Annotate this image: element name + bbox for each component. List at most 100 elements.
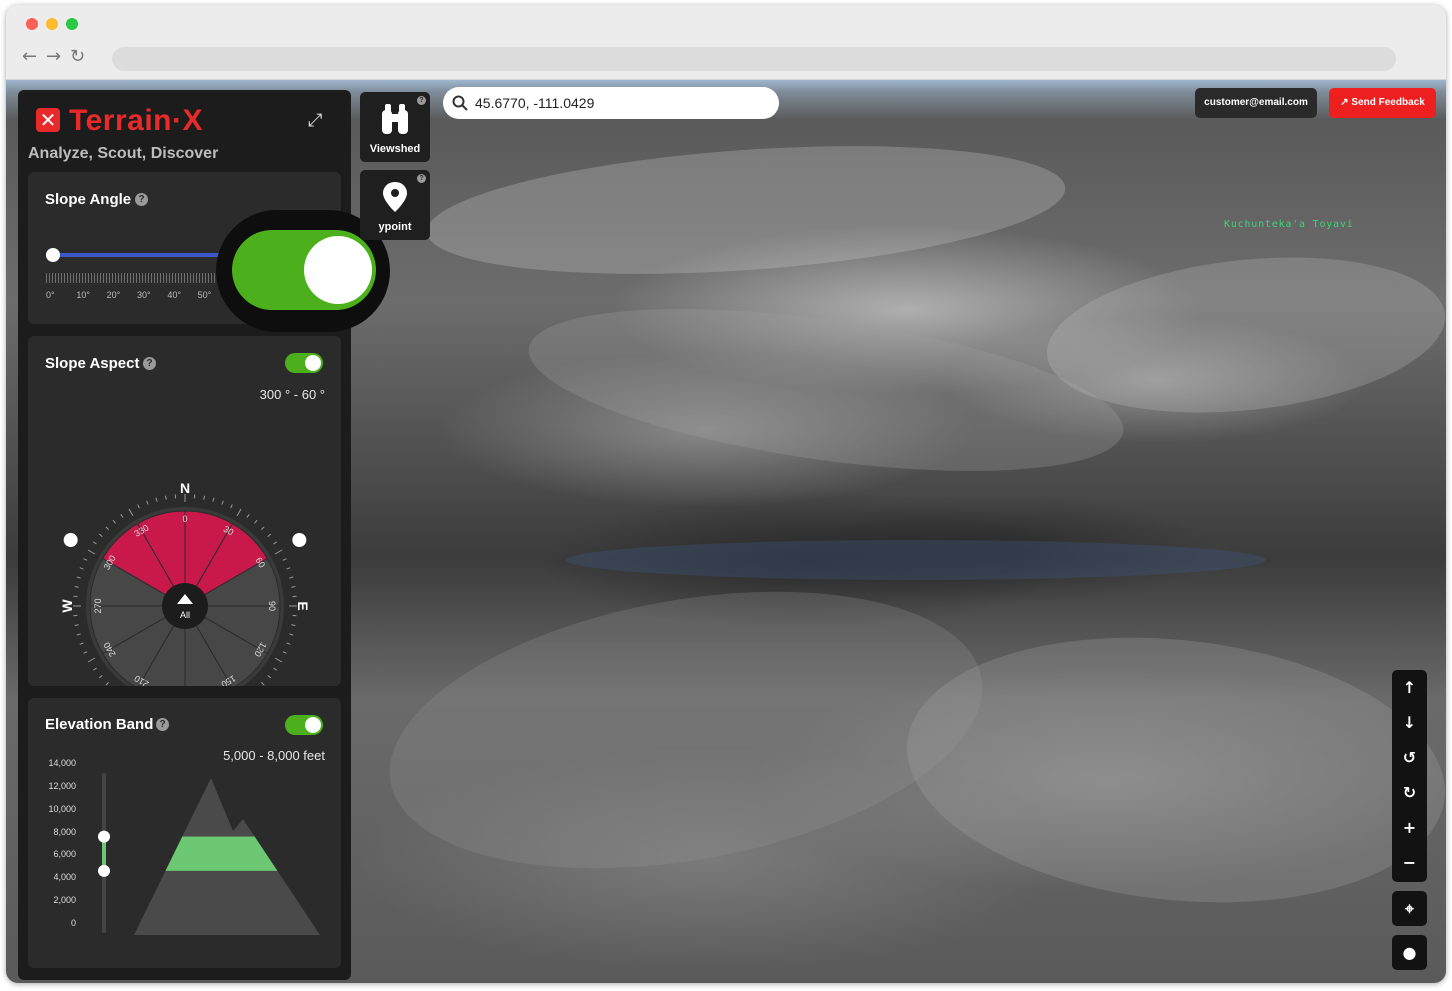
compass-tick — [83, 651, 88, 654]
all-aspects-label: All — [180, 610, 190, 620]
compass-degree-label: 270 — [93, 598, 103, 613]
slope-angle-toggle-knob[interactable] — [304, 236, 372, 304]
compass-tick — [98, 675, 103, 679]
globe-icon: ● — [1402, 943, 1417, 962]
rotate-left-button[interactable]: ↺ — [1392, 740, 1427, 775]
waypoint-tool[interactable]: ? ypoint — [360, 170, 430, 240]
aspect-compass[interactable]: All0306090120150180210240270300330NESW — [28, 336, 341, 686]
recenter-button[interactable]: ⌖ — [1392, 891, 1427, 926]
compass-tick — [74, 624, 79, 626]
rotate-right-button[interactable]: ↻ — [1392, 775, 1427, 810]
compass-tick — [203, 495, 205, 500]
globe-button[interactable]: ● — [1392, 935, 1427, 970]
compass-tick — [261, 526, 265, 530]
aspect-start-handle[interactable] — [63, 533, 78, 547]
minimize-window-button[interactable] — [46, 18, 58, 30]
map-place-label: Kuchunteka'a Toyavi — [1224, 219, 1354, 230]
address-bar[interactable] — [112, 47, 1396, 71]
compass-tick — [267, 675, 272, 679]
slope-angle-tick-label: 30° — [137, 290, 151, 300]
compass-tick — [221, 500, 224, 505]
compass-tick — [92, 541, 97, 545]
compass-degree-label: 0 — [182, 514, 187, 524]
compass-tick — [76, 576, 81, 579]
collapse-panel-icon[interactable]: ⤢ — [308, 110, 322, 131]
compass-tick — [87, 549, 96, 555]
browser-chrome: ← → ↻ — [6, 5, 1446, 80]
send-feedback-button[interactable]: ↗ Send Feedback — [1329, 88, 1436, 118]
compass-tick — [79, 642, 84, 645]
elevation-min-handle[interactable] — [98, 864, 110, 877]
compass-tick — [291, 624, 296, 626]
crosshair-icon: ⌖ — [1404, 899, 1414, 918]
pan-up-button[interactable]: ↑ — [1392, 670, 1427, 705]
close-window-button[interactable] — [26, 18, 38, 30]
search-icon — [452, 95, 468, 111]
slope-angle-min-handle[interactable] — [46, 248, 60, 262]
compass-tick — [282, 558, 287, 561]
user-account[interactable]: customer@email.com — [1195, 88, 1317, 118]
slope-angle-tick-label: 40° — [167, 290, 181, 300]
zoom-out-button[interactable]: − — [1392, 845, 1427, 880]
compass-tick — [274, 549, 283, 555]
compass-tick — [87, 657, 96, 663]
compass-tick — [230, 504, 233, 509]
compass-tick — [273, 541, 278, 545]
coordinate-search[interactable]: 45.6770, -111.0429 — [443, 87, 779, 119]
compass-tick — [79, 567, 84, 570]
aspect-end-handle[interactable] — [292, 533, 307, 547]
slope-angle-title: Slope Angle — [45, 191, 132, 208]
compass-tick — [98, 533, 103, 537]
forward-arrow-icon[interactable]: → — [46, 48, 61, 66]
help-icon[interactable]: ? — [135, 193, 148, 206]
elevation-graphic[interactable] — [28, 698, 341, 968]
compass-tick — [261, 682, 265, 686]
waypoint-label: ypoint — [378, 221, 412, 233]
slope-aspect-card: Slope Aspect ? 300 ° - 60 ° All 0 30 60 90 12… — [28, 336, 341, 686]
compass-tick — [74, 586, 79, 588]
search-input[interactable]: 45.6770, -111.0429 — [475, 95, 594, 111]
help-icon[interactable]: ? — [417, 96, 426, 105]
compass-tick — [254, 519, 258, 524]
viewshed-tool[interactable]: ? Viewshed — [360, 92, 430, 162]
compass-tick — [289, 576, 294, 579]
compass-tick — [274, 657, 283, 663]
elevation-max-handle[interactable] — [98, 830, 110, 843]
compass-tick — [289, 633, 294, 636]
compass-tick — [236, 508, 242, 517]
elevation-band-highlight — [134, 836, 320, 871]
slope-angle-tick-label: 10° — [76, 290, 90, 300]
compass-tick — [120, 513, 124, 518]
compass-tick — [212, 497, 215, 502]
logo-icon: ✕ — [36, 108, 60, 132]
back-arrow-icon[interactable]: ← — [22, 48, 37, 66]
compass-tick — [165, 495, 167, 500]
compass-tick — [146, 500, 149, 505]
all-aspects-button[interactable] — [162, 583, 208, 629]
tagline: Analyze, Scout, Discover — [28, 145, 219, 162]
slope-angle-tick-label: 0° — [46, 290, 55, 300]
maximize-window-button[interactable] — [66, 18, 78, 30]
cardinal-e-label: E — [295, 601, 311, 610]
map-navigation-controls: ↑ ↓ ↺ ↻ + − — [1392, 670, 1427, 882]
browser-window: ← → ↻ Kuchunteka'a Toyavi ✕ Terrain·X An… — [6, 5, 1446, 983]
compass-tick — [267, 533, 272, 537]
reload-icon[interactable]: ↻ — [70, 48, 85, 66]
compass-tick — [282, 651, 287, 654]
slope-angle-tick-label: 50° — [197, 290, 212, 300]
cardinal-n-label: N — [180, 480, 190, 496]
zoom-in-button[interactable]: + — [1392, 810, 1427, 845]
compass-tick — [76, 633, 81, 636]
compass-tick — [273, 667, 278, 671]
compass-tick — [105, 526, 109, 530]
terrain-ridge — [422, 127, 1070, 293]
map-viewport[interactable]: Kuchunteka'a Toyavi ✕ Terrain·X Analyze,… — [6, 80, 1446, 983]
compass-degree-label: 90 — [267, 601, 277, 611]
pan-down-button[interactable]: ↓ — [1392, 705, 1427, 740]
panel-header: ✕ Terrain·X Analyze, Scout, Discover ⤢ — [18, 90, 351, 168]
help-icon[interactable]: ? — [417, 174, 426, 183]
slope-angle-tick-label: 20° — [106, 290, 121, 300]
compass-tick — [112, 519, 116, 524]
cardinal-w-label: W — [59, 599, 75, 613]
compass-tick — [291, 586, 296, 588]
